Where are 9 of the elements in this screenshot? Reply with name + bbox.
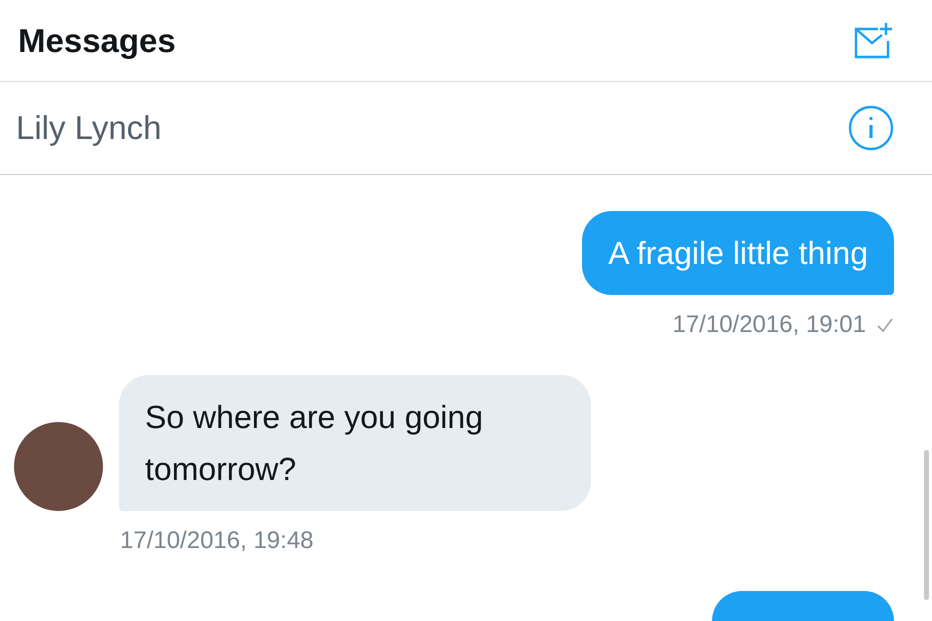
info-icon[interactable] <box>848 105 894 151</box>
received-message-bubble: So where are you going tomorrow? <box>119 375 591 511</box>
page-title: Messages <box>18 22 176 60</box>
scrollbar[interactable] <box>924 450 929 600</box>
sent-message-bubble: A fragile little thing <box>582 211 894 295</box>
message-timestamp: 17/10/2016, 19:01 <box>672 311 866 339</box>
compose-message-icon[interactable] <box>852 20 892 60</box>
contact-name: Lily Lynch <box>16 109 162 147</box>
message-timestamp: 17/10/2016, 19:48 <box>120 527 314 555</box>
